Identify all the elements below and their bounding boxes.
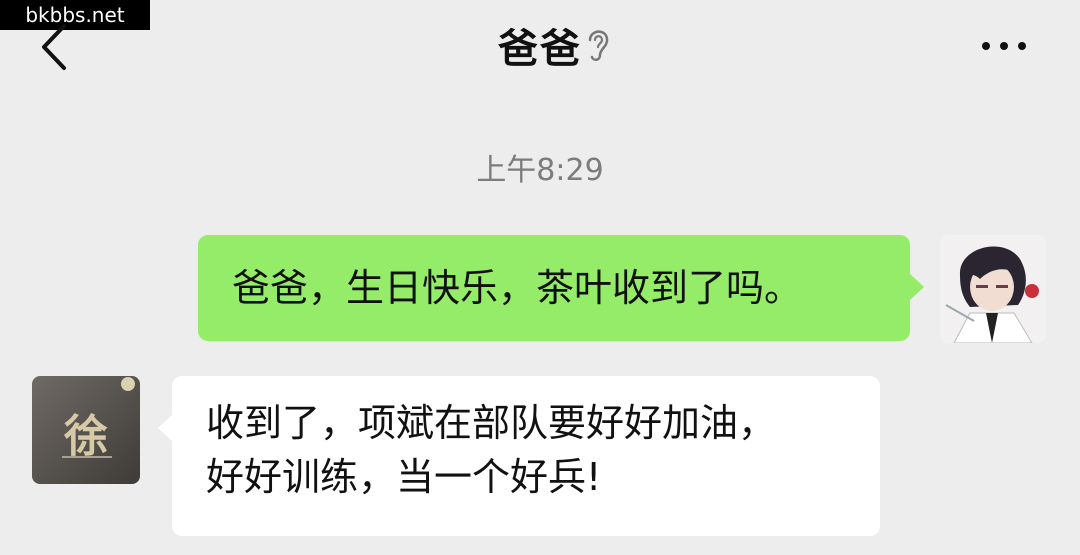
more-dots-icon[interactable] (976, 26, 1036, 66)
incoming-message-bubble[interactable]: 收到了，项斌在部队要好好加油， 好好训练，当一个好兵! (158, 376, 880, 536)
message-timestamp: 上午8:29 (476, 153, 604, 188)
avatar-calligraphy-char: 徐 (64, 411, 108, 462)
outgoing-message-text: 爸爸，生日快乐，茶叶收到了吗。 (232, 266, 803, 310)
incoming-message-line: 收到了，项斌在部队要好好加油， (206, 401, 777, 445)
anime-character-avatar-image (940, 235, 1046, 343)
outgoing-message-bubble[interactable]: 爸爸，生日快乐，茶叶收到了吗。 (198, 235, 924, 341)
ear-icon[interactable] (582, 24, 612, 64)
my-avatar[interactable] (940, 235, 1046, 343)
dad-avatar[interactable]: 徐 (32, 376, 140, 484)
incoming-message-line: 好好训练，当一个好兵! (206, 455, 602, 499)
chat-title: 爸爸 (498, 26, 582, 72)
